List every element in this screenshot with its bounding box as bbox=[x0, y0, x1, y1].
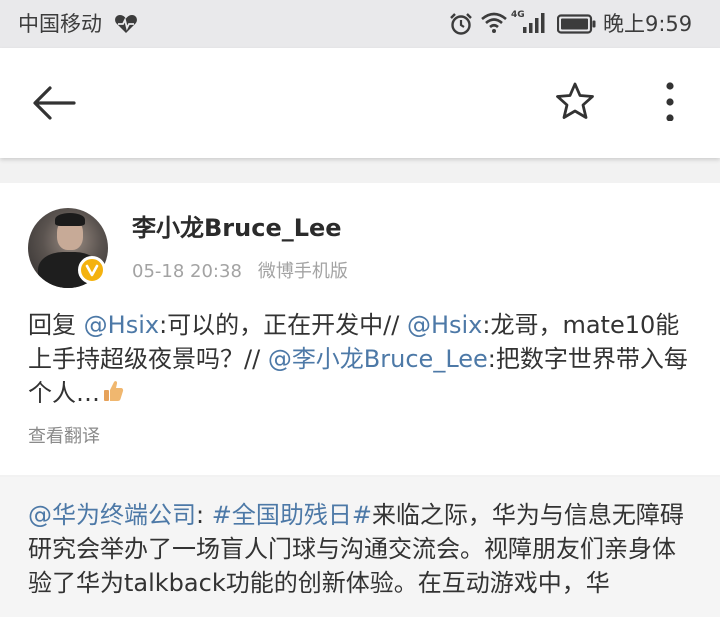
hashtag-link[interactable]: #全国助残日# bbox=[212, 501, 372, 529]
reposted-content[interactable]: @华为终端公司: #全国助残日#来临之际，华为与信息无障碍研究会举办了一场盲人门… bbox=[0, 477, 720, 617]
mention-link[interactable]: @Hsix bbox=[407, 311, 482, 339]
signal-icon bbox=[522, 12, 546, 38]
carrier-name: 中国移动 bbox=[18, 12, 102, 36]
status-bar: 中国移动 4G 晚上9:59 bbox=[0, 0, 720, 48]
post-source: 微博手机版 bbox=[257, 261, 348, 282]
star-icon[interactable] bbox=[555, 81, 595, 125]
weibo-post: 李小龙Bruce_Lee 05-18 20:38 微博手机版 回复 @Hsix:可… bbox=[0, 183, 720, 475]
back-arrow-icon[interactable] bbox=[30, 83, 78, 127]
wifi-icon bbox=[480, 11, 508, 39]
top-toolbar bbox=[0, 48, 720, 158]
avatar-figure-hair bbox=[55, 213, 85, 226]
post-meta: 05-18 20:38 微博手机版 bbox=[132, 261, 348, 283]
mention-link[interactable]: @华为终端公司 bbox=[28, 501, 196, 529]
mention-link[interactable]: @李小龙Bruce_Lee bbox=[268, 345, 488, 373]
thumbs-up-icon bbox=[102, 378, 124, 412]
battery-icon bbox=[556, 14, 597, 38]
reply-prefix: 回复 bbox=[28, 311, 84, 339]
mention-link[interactable]: @Hsix bbox=[84, 311, 159, 339]
view-translation-link[interactable]: 查看翻译 bbox=[28, 426, 100, 448]
verified-badge-icon bbox=[78, 256, 106, 284]
post-text: 回复 @Hsix:可以的，正在开发中// @Hsix:龙哥，mate10能上手持… bbox=[28, 308, 698, 412]
status-time: 晚上9:59 bbox=[603, 12, 693, 36]
repost-separator: : bbox=[196, 501, 212, 529]
post-text-segment: :可以的，正在开发中// bbox=[159, 311, 407, 339]
heart-icon bbox=[114, 14, 138, 38]
repost-text: @华为终端公司: #全国助残日#来临之际，华为与信息无障碍研究会举办了一场盲人门… bbox=[28, 498, 698, 600]
post-username[interactable]: 李小龙Bruce_Lee bbox=[132, 213, 342, 243]
alarm-icon bbox=[449, 12, 473, 40]
more-vertical-icon[interactable] bbox=[660, 81, 680, 125]
post-timestamp: 05-18 20:38 bbox=[132, 261, 242, 282]
